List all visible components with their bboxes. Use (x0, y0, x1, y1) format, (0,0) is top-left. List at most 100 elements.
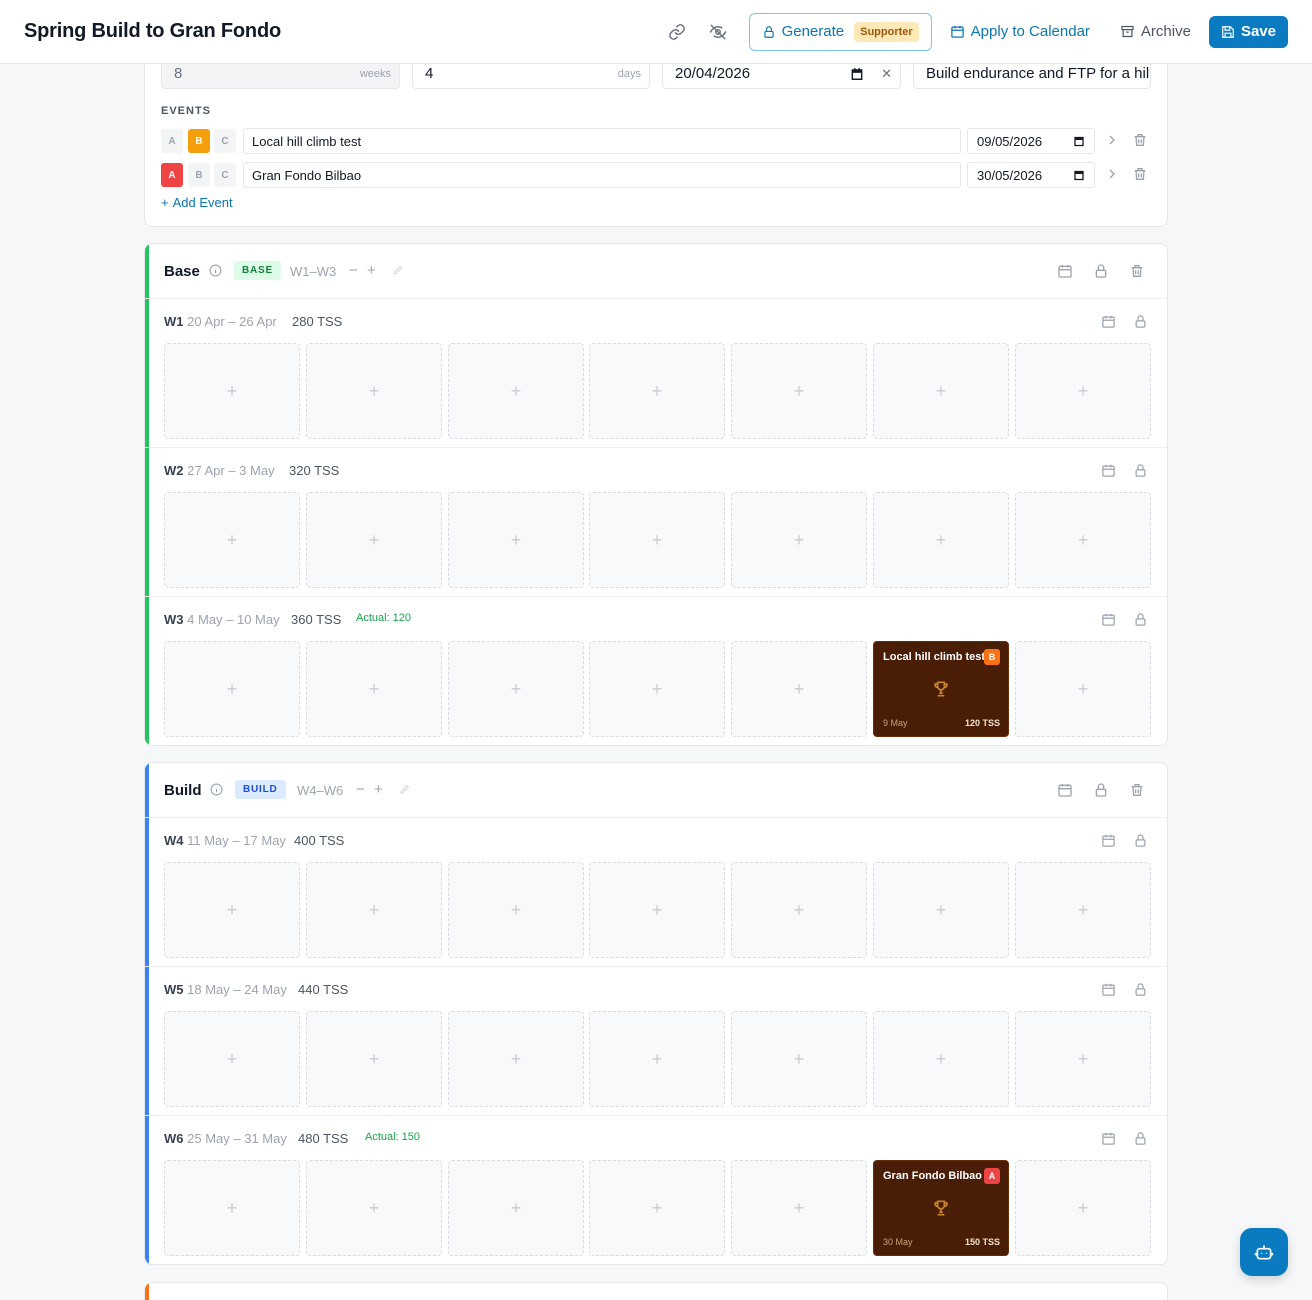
empty-day-slot[interactable]: + (164, 862, 300, 958)
lock-icon[interactable] (1133, 463, 1148, 478)
empty-day-slot[interactable]: + (448, 492, 584, 588)
info-icon[interactable] (209, 264, 222, 277)
calendar-sync-icon[interactable] (1101, 612, 1116, 627)
empty-day-slot[interactable]: + (448, 343, 584, 439)
event-date-value: 09/05/2026 (977, 133, 1043, 149)
empty-day-slot[interactable]: + (448, 862, 584, 958)
visibility-toggle-button[interactable] (702, 16, 734, 48)
week-number: W3 (164, 612, 184, 627)
lock-icon[interactable] (1133, 314, 1148, 329)
empty-day-slot[interactable]: + (731, 343, 867, 439)
pencil-icon[interactable] (399, 783, 411, 795)
empty-day-slot[interactable]: + (306, 862, 442, 958)
calendar-sync-icon[interactable] (1057, 782, 1073, 798)
empty-day-slot[interactable]: + (1015, 862, 1151, 958)
empty-day-slot[interactable]: + (448, 641, 584, 737)
trash-icon[interactable] (1132, 166, 1148, 182)
empty-day-slot[interactable]: + (1015, 492, 1151, 588)
empty-day-slot[interactable]: + (306, 641, 442, 737)
phase-card-build: Build BUILD W4–W6 − + W4 11 May – 17 May… (144, 762, 1168, 1265)
empty-day-slot[interactable]: + (164, 1011, 300, 1107)
priority-b-toggle[interactable]: B (188, 129, 210, 153)
empty-day-slot[interactable]: + (589, 1011, 725, 1107)
calendar-sync-icon[interactable] (1057, 263, 1073, 279)
calendar-sync-icon[interactable] (1101, 982, 1116, 997)
empty-day-slot[interactable]: + (873, 343, 1009, 439)
lock-icon[interactable] (1093, 782, 1109, 798)
event-name-input[interactable]: Gran Fondo Bilbao (243, 162, 961, 188)
clear-date-icon[interactable]: ✕ (881, 66, 892, 82)
empty-day-slot[interactable]: + (1015, 1160, 1151, 1256)
empty-day-slot[interactable]: + (306, 492, 442, 588)
chevron-right-icon[interactable] (1104, 166, 1120, 182)
empty-day-slot[interactable]: + (306, 343, 442, 439)
empty-day-slot[interactable]: + (731, 492, 867, 588)
lock-icon[interactable] (1093, 263, 1109, 279)
lock-icon[interactable] (1133, 1131, 1148, 1146)
event-day-card[interactable]: Gran Fondo Bilbao A 30 May 150 TSS (873, 1160, 1009, 1256)
empty-day-slot[interactable]: + (1015, 1011, 1151, 1107)
event-date-input[interactable]: 09/05/2026 (967, 128, 1095, 154)
calendar-picker-icon[interactable] (850, 67, 864, 81)
empty-day-slot[interactable]: + (448, 1011, 584, 1107)
trash-icon[interactable] (1129, 782, 1145, 798)
add-event-button[interactable]: + Add Event (161, 195, 233, 210)
calendar-sync-icon[interactable] (1101, 1131, 1116, 1146)
archive-button[interactable]: Archive (1120, 23, 1191, 40)
event-date-input[interactable]: 30/05/2026 (967, 162, 1095, 188)
empty-day-slot[interactable]: + (306, 1011, 442, 1107)
info-icon[interactable] (210, 783, 223, 796)
empty-day-slot[interactable]: + (164, 492, 300, 588)
priority-c-toggle[interactable]: C (214, 163, 236, 187)
empty-day-slot[interactable]: + (164, 343, 300, 439)
empty-day-slot[interactable]: + (1015, 343, 1151, 439)
event-card-tss: 150 TSS (964, 1237, 1000, 1247)
days-value: 4 (425, 65, 434, 82)
calendar-picker-icon[interactable] (1073, 169, 1085, 181)
trash-icon[interactable] (1132, 132, 1148, 148)
calendar-picker-icon[interactable] (1073, 135, 1085, 147)
lock-icon[interactable] (1133, 982, 1148, 997)
add-week-button[interactable]: + (374, 781, 383, 798)
empty-day-slot[interactable]: + (589, 492, 725, 588)
week-target-tss: 440 TSS (298, 982, 349, 997)
empty-day-slot[interactable]: + (589, 1160, 725, 1256)
lock-icon[interactable] (1133, 612, 1148, 627)
remove-week-button[interactable]: − (349, 262, 358, 279)
empty-day-slot[interactable]: + (589, 641, 725, 737)
lock-icon[interactable] (1133, 833, 1148, 848)
add-week-button[interactable]: + (367, 262, 376, 279)
empty-day-slot[interactable]: + (873, 862, 1009, 958)
calendar-sync-icon[interactable] (1101, 314, 1116, 329)
assistant-fab-button[interactable] (1240, 1228, 1288, 1276)
empty-day-slot[interactable]: + (731, 641, 867, 737)
priority-a-toggle[interactable]: A (161, 129, 183, 153)
empty-day-slot[interactable]: + (589, 862, 725, 958)
empty-day-slot[interactable]: + (306, 1160, 442, 1256)
save-button[interactable]: Save (1208, 15, 1288, 48)
empty-day-slot[interactable]: + (731, 1160, 867, 1256)
empty-day-slot[interactable]: + (1015, 641, 1151, 737)
empty-day-slot[interactable]: + (873, 492, 1009, 588)
share-link-button[interactable] (661, 16, 693, 48)
remove-week-button[interactable]: − (356, 781, 365, 798)
event-day-card[interactable]: Local hill climb test B 9 May 120 TSS (873, 641, 1009, 737)
empty-day-slot[interactable]: + (164, 641, 300, 737)
pencil-icon[interactable] (392, 264, 404, 276)
generate-button[interactable]: Generate Supporter (748, 12, 932, 51)
empty-day-slot[interactable]: + (589, 343, 725, 439)
calendar-sync-icon[interactable] (1101, 833, 1116, 848)
trash-icon[interactable] (1129, 263, 1145, 279)
empty-day-slot[interactable]: + (448, 1160, 584, 1256)
priority-b-toggle[interactable]: B (188, 163, 210, 187)
empty-day-slot[interactable]: + (873, 1011, 1009, 1107)
priority-a-toggle[interactable]: A (161, 163, 183, 187)
chevron-right-icon[interactable] (1104, 132, 1120, 148)
empty-day-slot[interactable]: + (731, 862, 867, 958)
empty-day-slot[interactable]: + (731, 1011, 867, 1107)
empty-day-slot[interactable]: + (164, 1160, 300, 1256)
apply-to-calendar-button[interactable]: Apply to Calendar (950, 23, 1090, 40)
event-name-input[interactable]: Local hill climb test (243, 128, 961, 154)
priority-c-toggle[interactable]: C (214, 129, 236, 153)
calendar-sync-icon[interactable] (1101, 463, 1116, 478)
